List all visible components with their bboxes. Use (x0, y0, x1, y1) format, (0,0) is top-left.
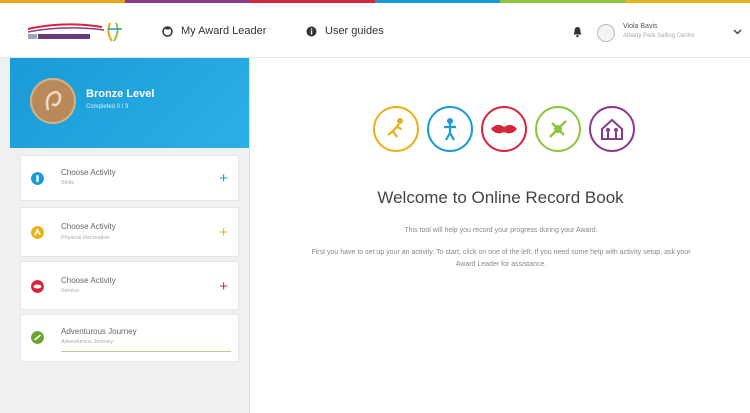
top-header: My Award Leader User guides Viola Bavis … (0, 3, 750, 58)
main-content: Welcome to Online Record Book This tool … (251, 58, 750, 413)
adventure-icon (535, 106, 581, 152)
activity-card-skills[interactable]: Choose Activity Skills + (20, 155, 239, 201)
activity-card-physical[interactable]: Choose Activity Physical Recreation + (20, 207, 239, 257)
activity-sub: Adventurous Journey (61, 339, 113, 345)
activity-label: Choose Activity (61, 276, 116, 285)
activity-card-adventurous-journey[interactable]: Adventurous Journey Adventurous Journey (20, 314, 239, 362)
avatar[interactable] (597, 24, 615, 42)
welcome-title: Welcome to Online Record Book (377, 188, 624, 207)
nav-label: User guides (325, 25, 384, 37)
skills-icon (427, 106, 473, 152)
activity-sub: Skills (61, 180, 74, 186)
info-icon (306, 26, 317, 36)
physical-icon (31, 226, 44, 239)
section-icons (373, 106, 635, 152)
award-leader-icon (162, 25, 173, 37)
adventure-icon (31, 331, 44, 344)
nav-label: My Award Leader (181, 25, 267, 37)
nav-my-award-leader[interactable]: My Award Leader (162, 25, 266, 37)
award-logo[interactable] (24, 19, 134, 45)
level-subtitle: Completed 0 / 3 (86, 104, 129, 110)
level-title: Bronze Level (86, 88, 155, 100)
add-activity-button[interactable]: + (219, 279, 228, 294)
activity-label: Choose Activity (61, 222, 116, 231)
activity-sub: Physical Recreation (61, 235, 110, 241)
add-activity-button[interactable]: + (219, 225, 228, 240)
level-card[interactable]: Bronze Level Completed 0 / 3 (10, 58, 249, 148)
chevron-down-icon[interactable] (733, 29, 742, 35)
progress-line (61, 351, 231, 352)
sidebar: Bronze Level Completed 0 / 3 Choose Acti… (0, 58, 250, 413)
intro-text: This tool will help you record your prog… (404, 227, 598, 234)
add-activity-button[interactable]: + (219, 171, 228, 186)
nav-user-guides[interactable]: User guides (306, 25, 384, 37)
help-text: First you have to set up your an activit… (311, 249, 691, 268)
physical-icon (373, 106, 419, 152)
skills-icon (31, 172, 44, 185)
activity-sub: Service (61, 288, 80, 294)
activity-card-service[interactable]: Choose Activity Service + (20, 261, 239, 310)
service-icon (481, 106, 527, 152)
user-center: Albany Park Sailing Centre (623, 33, 695, 39)
activity-label: Choose Activity (61, 168, 116, 177)
user-name[interactable]: Viola Bavis (623, 23, 658, 30)
residential-icon (589, 106, 635, 152)
bell-icon[interactable] (572, 26, 583, 38)
service-icon (31, 280, 44, 293)
bronze-badge-icon (30, 78, 76, 124)
activity-label: Adventurous Journey (61, 327, 137, 336)
